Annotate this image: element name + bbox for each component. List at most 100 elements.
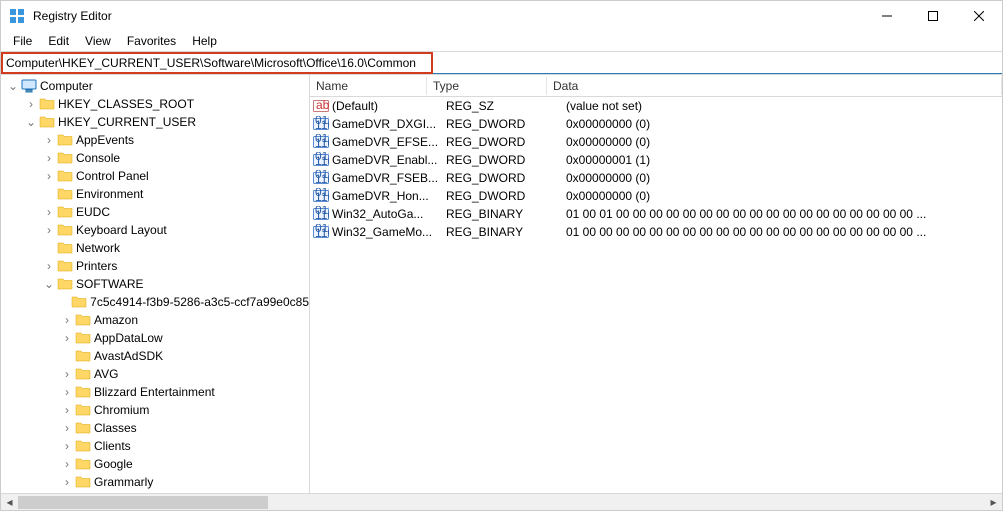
folder-icon bbox=[75, 366, 91, 382]
tree-item[interactable]: ·Network bbox=[1, 239, 309, 257]
value-row[interactable]: GameDVR_DXGI...REG_DWORD0x00000000 (0) bbox=[310, 115, 1002, 133]
tree-item[interactable]: ⌄SOFTWARE bbox=[1, 275, 309, 293]
address-tail bbox=[433, 52, 1002, 74]
value-list[interactable]: (Default)REG_SZ(value not set)GameDVR_DX… bbox=[310, 97, 1002, 493]
binary-value-icon bbox=[313, 134, 329, 150]
chevron-right-icon[interactable]: › bbox=[41, 169, 57, 183]
value-row[interactable]: Win32_GameMo...REG_BINARY01 00 00 00 00 … bbox=[310, 223, 1002, 241]
column-data[interactable]: Data bbox=[547, 77, 1002, 95]
tree-item[interactable]: › Chromium bbox=[1, 401, 309, 419]
folder-icon bbox=[75, 348, 91, 364]
value-row[interactable]: GameDVR_Hon...REG_DWORD0x00000000 (0) bbox=[310, 187, 1002, 205]
chevron-right-icon[interactable]: › bbox=[59, 385, 75, 399]
value-row[interactable]: Win32_AutoGa...REG_BINARY01 00 01 00 00 … bbox=[310, 205, 1002, 223]
column-name[interactable]: Name bbox=[310, 77, 427, 95]
chevron-down-icon[interactable]: ⌄ bbox=[41, 277, 57, 291]
folder-icon bbox=[39, 114, 55, 130]
minimize-button[interactable] bbox=[864, 1, 910, 31]
chevron-right-icon[interactable]: › bbox=[41, 259, 57, 273]
chevron-right-icon[interactable]: › bbox=[59, 331, 75, 345]
tree-item[interactable]: ›AppDataLow bbox=[1, 329, 309, 347]
tree-item-label: Chromium bbox=[94, 403, 149, 417]
maximize-button[interactable] bbox=[910, 1, 956, 31]
chevron-right-icon[interactable]: › bbox=[59, 421, 75, 435]
column-type[interactable]: Type bbox=[427, 77, 547, 95]
tree-item-label: Google bbox=[94, 457, 133, 471]
menu-file[interactable]: File bbox=[5, 32, 40, 50]
chevron-right-icon[interactable]: › bbox=[41, 205, 57, 219]
binary-value-icon bbox=[313, 206, 329, 222]
tree-item[interactable]: ›Blizzard Entertainment bbox=[1, 383, 309, 401]
value-row[interactable]: GameDVR_FSEB...REG_DWORD0x00000000 (0) bbox=[310, 169, 1002, 187]
menu-edit[interactable]: Edit bbox=[40, 32, 77, 50]
chevron-right-icon[interactable]: › bbox=[41, 151, 57, 165]
horizontal-scrollbar[interactable]: ◂ ▸ bbox=[1, 493, 1002, 510]
address-row bbox=[1, 51, 1002, 74]
chevron-right-icon[interactable]: › bbox=[59, 475, 75, 489]
tree-item[interactable]: ›AVG bbox=[1, 365, 309, 383]
folder-icon bbox=[39, 96, 55, 112]
tree-item[interactable]: ·AvastAdSDK bbox=[1, 347, 309, 365]
folder-icon bbox=[57, 204, 73, 220]
tree-item[interactable]: › Google bbox=[1, 455, 309, 473]
tree-item[interactable]: ·Environment bbox=[1, 185, 309, 203]
tree-item[interactable]: ⌄Computer bbox=[1, 77, 309, 95]
tree-item-label: 7c5c4914-f3b9-5286-a3c5-ccf7a99e0c85 bbox=[90, 295, 309, 309]
menu-favorites[interactable]: Favorites bbox=[119, 32, 184, 50]
chevron-right-icon[interactable]: › bbox=[59, 367, 75, 381]
value-row[interactable]: (Default)REG_SZ(value not set) bbox=[310, 97, 1002, 115]
folder-icon bbox=[71, 294, 87, 310]
menu-bar: File Edit View Favorites Help bbox=[1, 31, 1002, 51]
chevron-right-icon[interactable]: › bbox=[59, 457, 75, 471]
scroll-right-button[interactable]: ▸ bbox=[985, 494, 1002, 511]
close-button[interactable] bbox=[956, 1, 1002, 31]
scroll-track[interactable] bbox=[18, 494, 985, 511]
string-value-icon bbox=[313, 98, 329, 114]
binary-value-icon bbox=[313, 152, 329, 168]
scroll-left-button[interactable]: ◂ bbox=[1, 494, 18, 511]
value-name: GameDVR_Enabl... bbox=[332, 153, 446, 167]
twisty-blank: · bbox=[59, 349, 75, 363]
value-type: REG_DWORD bbox=[446, 189, 566, 203]
tree-item[interactable]: ›Clients bbox=[1, 437, 309, 455]
twisty-blank: · bbox=[41, 187, 57, 201]
tree-item[interactable]: ›EUDC bbox=[1, 203, 309, 221]
tree-item[interactable]: ›Amazon bbox=[1, 311, 309, 329]
tree-item[interactable]: › Classes bbox=[1, 419, 309, 437]
list-pane: Name Type Data (Default)REG_SZ(value not… bbox=[310, 75, 1002, 493]
address-input[interactable] bbox=[3, 54, 431, 72]
value-row[interactable]: GameDVR_Enabl...REG_DWORD0x00000001 (1) bbox=[310, 151, 1002, 169]
chevron-right-icon[interactable]: › bbox=[59, 403, 75, 417]
chevron-right-icon[interactable]: › bbox=[23, 97, 39, 111]
binary-value-icon bbox=[313, 170, 329, 186]
tree-item-label: Control Panel bbox=[76, 169, 149, 183]
chevron-right-icon[interactable]: › bbox=[59, 313, 75, 327]
tree-item[interactable]: › Control Panel bbox=[1, 167, 309, 185]
scroll-thumb[interactable] bbox=[18, 496, 268, 509]
folder-icon bbox=[57, 276, 73, 292]
tree-pane[interactable]: ⌄Computer›HKEY_CLASSES_ROOT ⌄ HKEY_CURRENT… bbox=[1, 75, 310, 493]
tree-item-label: Classes bbox=[94, 421, 137, 435]
chevron-down-icon[interactable]: ⌄ bbox=[5, 79, 21, 93]
tree-item[interactable]: ›Printers bbox=[1, 257, 309, 275]
value-row[interactable]: GameDVR_EFSE...REG_DWORD0x00000000 (0) bbox=[310, 133, 1002, 151]
tree-item[interactable]: ›Console bbox=[1, 149, 309, 167]
tree-item[interactable]: ·7c5c4914-f3b9-5286-a3c5-ccf7a99e0c85 bbox=[1, 293, 309, 311]
tree-item[interactable]: › AppEvents bbox=[1, 131, 309, 149]
chevron-right-icon[interactable]: › bbox=[41, 133, 57, 147]
menu-help[interactable]: Help bbox=[184, 32, 225, 50]
value-data: 0x00000001 (1) bbox=[566, 153, 1002, 167]
tree-item[interactable]: ⌄ HKEY_CURRENT_USER bbox=[1, 113, 309, 131]
chevron-down-icon[interactable]: ⌄ bbox=[23, 115, 39, 129]
chevron-right-icon[interactable]: › bbox=[59, 439, 75, 453]
tree-item[interactable]: ›Grammarly bbox=[1, 473, 309, 491]
tree-item-label: AppEvents bbox=[76, 133, 134, 147]
tree-item[interactable]: ›HKEY_CLASSES_ROOT bbox=[1, 95, 309, 113]
chevron-right-icon[interactable]: › bbox=[41, 223, 57, 237]
tree-item-label: HKEY_CURRENT_USER bbox=[58, 115, 196, 129]
value-name: Win32_GameMo... bbox=[332, 225, 446, 239]
menu-view[interactable]: View bbox=[77, 32, 119, 50]
tree-item[interactable]: ›Keyboard Layout bbox=[1, 221, 309, 239]
list-header: Name Type Data bbox=[310, 75, 1002, 97]
regedit-app-icon bbox=[9, 8, 25, 24]
